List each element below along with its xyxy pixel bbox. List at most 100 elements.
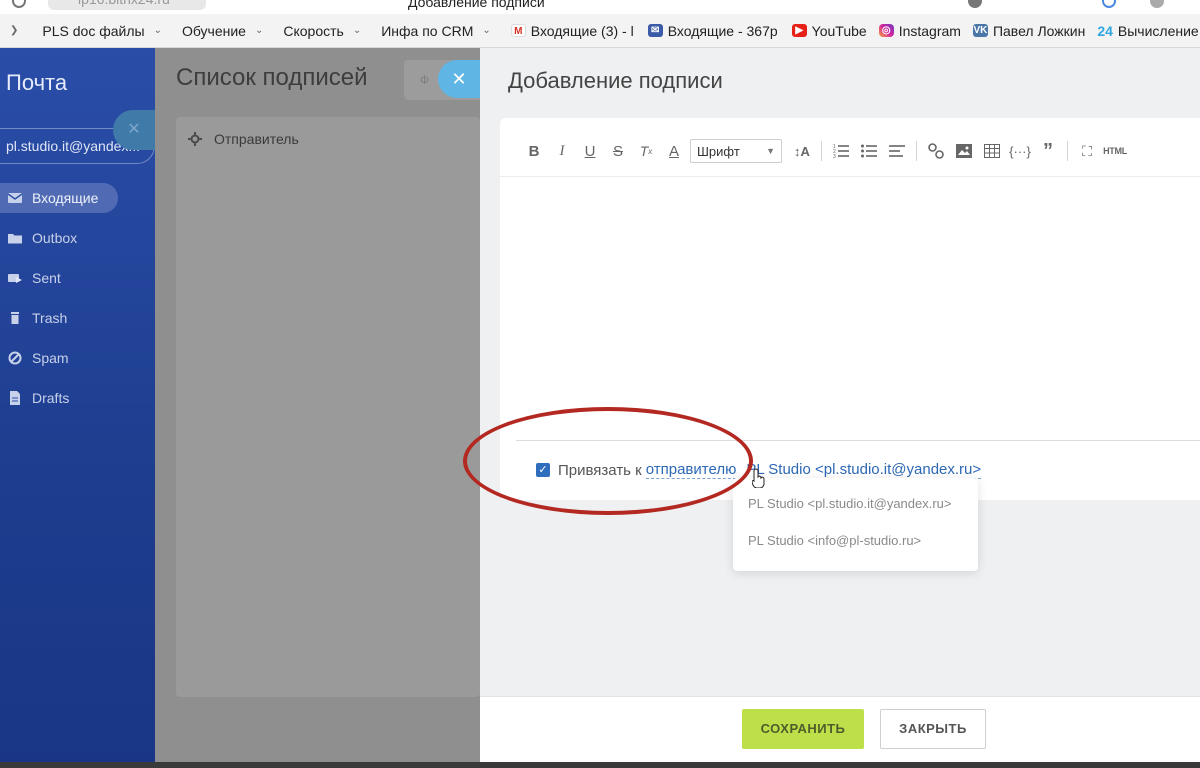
folder-item-drafts[interactable]: Drafts <box>0 383 155 413</box>
bookmark-folder[interactable]: Скорость ⌄ <box>283 23 361 39</box>
slider-footer: СОХРАНИТЬ ЗАКРЫТЬ <box>480 696 1200 768</box>
bookmark-label: Вычисление <box>1117 22 1199 39</box>
reload-icon[interactable] <box>12 0 26 8</box>
bookmark-label: Входящие - 367р <box>667 22 778 39</box>
folder-label: Drafts <box>32 390 70 406</box>
folder-item-sent[interactable]: Sent <box>0 263 155 293</box>
sender-dropdown-menu: PL Studio <pl.studio.it@yandex.ru> PL St… <box>733 478 978 571</box>
ordered-list-icon[interactable]: 123 <box>827 138 855 164</box>
fullscreen-icon[interactable]: ⛶ <box>1073 138 1101 164</box>
bookmark-link[interactable]: ◎ Instagram <box>878 22 961 39</box>
editor-toolbar: B I U S Tx A Шрифт ▼ ↕A 123 {···} ” ⛶ HTM… <box>520 136 1129 166</box>
folder-label: Trash <box>32 310 68 326</box>
dropdown-option[interactable]: PL Studio <pl.studio.it@yandex.ru> <box>733 485 978 522</box>
gmail-icon: M <box>510 24 526 37</box>
youtube-icon: ▶ <box>791 24 807 37</box>
page-title: Почта <box>6 70 68 95</box>
bold-icon[interactable]: B <box>520 138 548 164</box>
extension-icon[interactable] <box>968 0 982 8</box>
underline-icon[interactable]: U <box>576 138 604 164</box>
folder-label: Sent <box>32 270 61 286</box>
quote-icon[interactable]: ” <box>1034 138 1062 164</box>
align-icon[interactable] <box>883 138 911 164</box>
tab-title: Добавление подписи <box>408 0 545 10</box>
bullet-list-icon[interactable] <box>855 138 883 164</box>
table-icon[interactable] <box>978 138 1006 164</box>
html-mode-button[interactable]: HTML <box>1101 138 1129 164</box>
vk-icon: VK <box>972 24 988 37</box>
bookmark-link[interactable]: ✉ Входящие - 367р <box>647 22 778 39</box>
chevron-down-icon: ⌄ <box>153 25 162 36</box>
screen-bottom-edge <box>0 762 1200 768</box>
link-icon[interactable] <box>922 138 950 164</box>
gear-icon[interactable] <box>188 132 202 146</box>
annotation-ellipse <box>463 407 753 515</box>
toolbar-divider <box>821 141 822 161</box>
drafts-icon <box>10 391 20 405</box>
folder-item-trash[interactable]: Trash <box>0 303 155 333</box>
bookmark-label: Входящие (3) - l <box>530 22 634 39</box>
bookmark-link[interactable]: M Входящие (3) - l <box>510 22 634 39</box>
signature-list-title: Список подписей <box>176 64 368 91</box>
column-header-sender: Отправитель <box>214 131 299 147</box>
bookmark-link[interactable]: 24 Вычисление <box>1097 23 1198 39</box>
folder-item-outbox[interactable]: Outbox <box>0 223 155 253</box>
italic-icon[interactable]: I <box>548 138 576 164</box>
close-button[interactable]: ЗАКРЫТЬ <box>880 709 986 749</box>
slider-close-button[interactable]: ✕ <box>438 60 480 98</box>
spam-icon <box>8 351 22 365</box>
bookmark-label: Павел Ложкин <box>992 22 1086 39</box>
profile-icon[interactable] <box>1150 0 1164 8</box>
image-icon[interactable] <box>950 138 978 164</box>
bookmark-label: YouTube <box>811 22 867 39</box>
instagram-icon: ◎ <box>878 24 894 37</box>
address-bar[interactable]: ip16.bitrix24.ru <box>48 0 206 10</box>
list-header: Отправитель <box>176 117 480 161</box>
save-button[interactable]: СОХРАНИТЬ <box>742 709 864 749</box>
font-select-value: Шрифт <box>697 143 740 159</box>
close-icon[interactable]: ✕ <box>113 110 155 150</box>
dropdown-option[interactable]: PL Studio <info@pl-studio.ru> <box>733 522 978 559</box>
bookmark-folder[interactable]: PLS doc файлы ⌄ <box>42 23 162 39</box>
close-icon: ✕ <box>451 69 467 89</box>
folder-item-spam[interactable]: Spam <box>0 343 155 373</box>
folder-label: Outbox <box>32 230 78 246</box>
extension-icon[interactable] <box>1102 0 1116 8</box>
hand-cursor-icon <box>752 468 765 488</box>
folder-list: Входящие Outbox Sent Trash Spam Drafts <box>0 183 155 423</box>
bookmark-link[interactable]: VK Павел Ложкин <box>972 22 1086 39</box>
font-size-icon[interactable]: ↕A <box>788 138 816 164</box>
bookmark-label: Instagram <box>898 22 961 39</box>
folder-item-inbox[interactable]: Входящие <box>0 183 118 213</box>
toolbar-divider <box>1067 141 1068 161</box>
mail-icon: ✉ <box>647 24 663 37</box>
signature-text-area[interactable] <box>500 178 1200 440</box>
clear-format-icon[interactable]: Tx <box>632 138 660 164</box>
code-icon[interactable]: {···} <box>1006 138 1034 164</box>
mail-sidebar: Почта pl.studio.it@yandex... Входящие Ou… <box>0 48 155 768</box>
chevron-down-icon: ▼ <box>766 146 775 156</box>
bookmark-folder[interactable]: Обучение ⌄ <box>182 23 263 39</box>
sender-select[interactable]: PL Studio <pl.studio.it@yandex.ru> <box>746 461 982 479</box>
inbox-icon <box>8 193 22 203</box>
browser-top-strip: ip16.bitrix24.ru Добавление подписи <box>0 0 1200 14</box>
svg-text:3: 3 <box>833 154 836 158</box>
font-family-select[interactable]: Шрифт ▼ <box>690 139 782 163</box>
text-color-icon[interactable]: A <box>660 138 688 164</box>
folder-icon <box>8 234 22 244</box>
slider-title: Добавление подписи <box>508 68 723 93</box>
bookmarks-overflow-chevron[interactable]: ❯ <box>6 25 18 36</box>
trash-icon <box>11 312 19 324</box>
strikethrough-icon[interactable]: S <box>604 138 632 164</box>
bookmark-label: Обучение <box>181 22 246 39</box>
bookmark-link[interactable]: ▶ YouTube <box>791 22 867 39</box>
bookmark-folder[interactable]: Инфа по CRM ⌄ <box>381 23 491 39</box>
folder-label: Входящие <box>32 190 99 206</box>
bookmark-label: Скорость <box>283 22 344 39</box>
bookmark-label: PLS doc файлы <box>42 22 145 39</box>
signature-list-panel: Отправитель <box>176 117 480 697</box>
sent-icon <box>8 274 22 283</box>
bookmarks-bar: ❯ PLS doc файлы ⌄ Обучение ⌄ Скорость ⌄ Инф… <box>0 14 1200 48</box>
bitrix24-icon: 24 <box>1097 22 1113 39</box>
folder-label: Spam <box>32 350 69 366</box>
